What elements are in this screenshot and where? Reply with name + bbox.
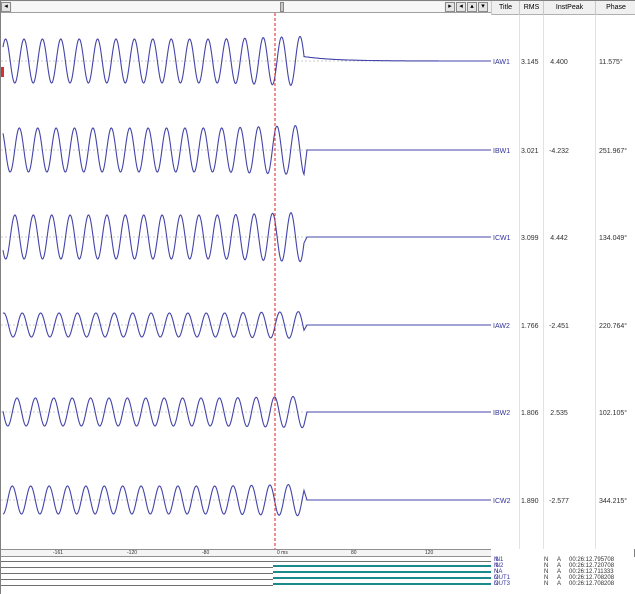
digital-low [1,573,273,574]
channel-title: ICW1 [493,235,511,242]
channel-phase: 251.967° [599,148,628,155]
col-header-title[interactable]: Title [491,1,519,15]
time-tick-label: -80 [202,550,210,556]
digital-high [273,577,491,579]
digital-low [1,585,273,586]
time-tick-label: -120 [127,550,138,556]
channel-rms: 1.766 [521,323,539,330]
channel-phase: 220.764° [599,323,628,330]
digital-low [1,561,491,562]
grid-header: Title RMS InstPeak Phase [491,1,635,15]
grid-divider [519,15,520,549]
channel-phase: 134.049° [599,235,628,242]
digital-mode: A [557,581,562,587]
scroll-right-icon[interactable]: ▸ [445,2,455,12]
channel-instpeak: 4.442 [550,235,568,242]
channel-rms: 1.890 [521,498,539,505]
time-axis[interactable]: -161 -120 -80 0 ms 80 120 [1,549,491,557]
nav-down-icon[interactable]: ▾ [478,2,488,12]
channel-row[interactable]: IAW1 3.145 4.400 11.575° [491,57,635,69]
waveform-trace-icw1[interactable] [2,212,491,263]
time-tick-label: -161 [53,550,64,556]
waveform-trace-ibw1[interactable] [2,124,491,177]
channel-row[interactable]: IAW2 1.766 -2.451 220.764° [491,321,635,333]
channel-instpeak: 4.400 [550,59,568,66]
time-tick-label: 120 [425,550,434,556]
horizontal-scrollbar[interactable]: ◂ ▸ ◂ ▴ ▾ [1,1,491,13]
channel-phase: 102.105° [599,410,628,417]
digital-channels: N IN1 N A 00:26:12.795708 N IN2 N A 00:2… [1,557,635,594]
nav-prev-icon[interactable]: ◂ [456,2,466,12]
digital-high [273,565,491,567]
channel-title: ICW2 [493,498,511,505]
waveform-trace-ibw2[interactable] [2,395,491,429]
waveform-trace-iaw2[interactable] [2,311,491,339]
waveform-trace-icw2[interactable] [2,484,491,517]
channel-value-grid: IAW1 3.145 4.400 11.575° IBW1 3.021 -4.2… [491,15,635,549]
grid-divider [595,15,596,549]
channel-row[interactable]: IBW1 3.021 -4.232 251.967° [491,146,635,158]
digital-high [273,583,491,585]
channel-row[interactable]: ICW1 3.099 4.442 134.049° [491,233,635,245]
channel-instpeak: 2.535 [550,410,568,417]
digital-trace[interactable] [1,582,491,588]
grid-divider [543,15,544,549]
waveform-plot[interactable] [1,13,491,549]
channel-title: IAW1 [493,59,510,66]
channel-row[interactable]: ICW2 1.890 -2.577 344.215° [491,496,635,508]
col-header-instpeak[interactable]: InstPeak [543,1,595,15]
digital-flag: N [544,581,549,587]
scroll-track[interactable] [12,2,444,12]
scroll-thumb[interactable] [280,2,284,12]
channel-phase: 11.575° [599,59,623,66]
scroll-left-icon[interactable]: ◂ [1,2,11,12]
digital-high [273,571,491,573]
channel-phase: 344.215° [599,498,628,505]
channel-instpeak: -4.232 [549,148,569,155]
digital-low [1,567,273,568]
channel-instpeak: -2.451 [549,323,569,330]
channel-rms: 3.021 [521,148,539,155]
channel-title: IAW2 [493,323,510,330]
digital-low [1,579,273,580]
channel-rms: 3.145 [521,59,539,66]
channel-row[interactable]: IBW2 1.806 2.535 102.105° [491,408,635,420]
col-header-rms[interactable]: RMS [519,1,543,15]
nav-up-icon[interactable]: ▴ [467,2,477,12]
time-tick-label: 0 ms [277,550,288,556]
digital-name: OUT3 [494,581,511,587]
waveform-viewer-window: ◂ ▸ ◂ ▴ ▾ Title RMS InstPeak Phase IAW1 … [0,0,635,594]
waveform-canvas[interactable] [1,13,491,549]
channel-rms: 1.806 [521,410,539,417]
channel-title: IBW1 [493,148,511,155]
waveform-trace-iaw1[interactable] [2,35,491,86]
col-header-phase[interactable]: Phase [595,1,635,15]
channel-rms: 3.099 [521,235,539,242]
time-tick-label: 80 [351,550,357,556]
channel-instpeak: -2.577 [549,498,569,505]
channel-title: IBW2 [493,410,511,417]
digital-time: 00:26:12.708208 [569,581,615,587]
digital-row[interactable]: N OUT3 N A 00:26:12.708208 [491,581,635,587]
